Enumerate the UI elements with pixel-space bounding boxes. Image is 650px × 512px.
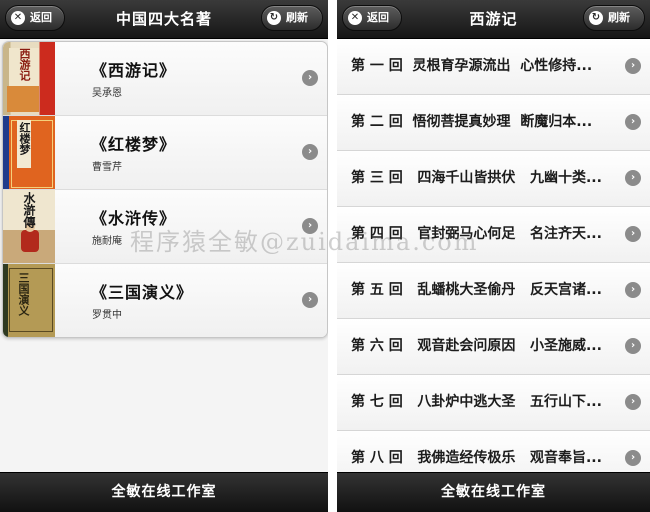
book-list: 西游记 《西游记》 吴承恩 › 红楼梦 《红楼梦》 曹雪芹 › 水滸傳 《水浒传… <box>2 41 328 338</box>
book-cover-image: 红楼梦 <box>3 116 55 189</box>
list-item-book[interactable]: 三国演义 《三国演义》 罗贯中 › <box>3 264 327 337</box>
chevron-right-icon: › <box>625 282 641 298</box>
list-item-chapter[interactable]: 第 二 回 悟彻菩提真妙理 断魔归本... › <box>337 95 650 151</box>
book-cover-text: 三国演义 <box>17 272 30 316</box>
chevron-right-icon: › <box>302 292 318 308</box>
chapter-title: 第 四 回 官封弼马心何足 名注齐天... <box>351 226 602 242</box>
book-title: 《水浒传》 <box>91 209 177 228</box>
refresh-icon: ↻ <box>589 11 603 25</box>
footer-bar: 全敏在线工作室 <box>337 472 650 512</box>
chevron-right-icon: › <box>625 394 641 410</box>
list-item-chapter[interactable]: 第 四 回 官封弼马心何足 名注齐天... › <box>337 207 650 263</box>
chapter-title: 第 三 回 四海千山皆拱伏 九幽十类... <box>351 170 602 186</box>
book-cover-image: 三国演义 <box>3 264 55 337</box>
chapter-list: 第 一 回 灵根育孕源流出 心性修持... › 第 二 回 悟彻菩提真妙理 断魔… <box>337 39 650 487</box>
back-button-label: 返回 <box>30 11 52 24</box>
chapter-title: 第 二 回 悟彻菩提真妙理 断魔归本... <box>351 114 593 130</box>
book-title: 《红楼梦》 <box>91 135 177 154</box>
refresh-button[interactable]: ↻ 刷新 <box>583 5 645 31</box>
chevron-right-icon: › <box>625 170 641 186</box>
chapter-title: 第 五 回 乱蟠桃大圣偷丹 反天宫诸... <box>351 282 602 298</box>
back-button[interactable]: ✕ 返回 <box>342 5 402 31</box>
close-icon: ✕ <box>11 11 25 25</box>
chevron-right-icon: › <box>625 226 641 242</box>
footer-bar: 全敏在线工作室 <box>0 472 328 512</box>
chapter-title: 第 七 回 八卦炉中逃大圣 五行山下... <box>351 394 602 410</box>
book-cover-image: 水滸傳 <box>3 190 55 263</box>
book-cover-text: 水滸傳 <box>22 192 36 228</box>
back-button-label: 返回 <box>367 11 389 24</box>
chevron-right-icon: › <box>625 450 641 466</box>
list-item-chapter[interactable]: 第 五 回 乱蟠桃大圣偷丹 反天宫诸... › <box>337 263 650 319</box>
chapter-title: 第 六 回 观音赴会问原因 小圣施威... <box>351 338 602 354</box>
book-cover-text: 红楼梦 <box>18 122 31 155</box>
book-cover-text: 西游记 <box>18 48 31 81</box>
list-item-chapter[interactable]: 第 三 回 四海千山皆拱伏 九幽十类... › <box>337 151 650 207</box>
refresh-icon: ↻ <box>267 11 281 25</box>
chevron-right-icon: › <box>302 70 318 86</box>
list-item-chapter[interactable]: 第 六 回 观音赴会问原因 小圣施威... › <box>337 319 650 375</box>
book-cover-image: 西游记 <box>3 42 55 115</box>
book-author: 罗贯中 <box>92 310 122 321</box>
chevron-right-icon: › <box>625 114 641 130</box>
list-item-book[interactable]: 红楼梦 《红楼梦》 曹雪芹 › <box>3 116 327 190</box>
header-bar: 中国四大名著 ✕ 返回 ↻ 刷新 <box>0 0 328 39</box>
list-item-chapter[interactable]: 第 一 回 灵根育孕源流出 心性修持... › <box>337 39 650 95</box>
book-author: 吴承恩 <box>92 88 122 99</box>
chapter-list-screen: 西游记 ✕ 返回 ↻ 刷新 第 一 回 灵根育孕源流出 心性修持... › 第 … <box>337 0 650 512</box>
book-title: 《西游记》 <box>91 61 177 80</box>
back-button[interactable]: ✕ 返回 <box>5 5 65 31</box>
book-title: 《三国演义》 <box>91 283 194 302</box>
chevron-right-icon: › <box>302 144 318 160</box>
book-author: 曹雪芹 <box>92 162 122 173</box>
list-item-book[interactable]: 水滸傳 《水浒传》 施耐庵 › <box>3 190 327 264</box>
book-author: 施耐庵 <box>92 236 122 247</box>
refresh-button[interactable]: ↻ 刷新 <box>261 5 323 31</box>
close-icon: ✕ <box>348 11 362 25</box>
refresh-button-label: 刷新 <box>286 11 308 24</box>
list-item-book[interactable]: 西游记 《西游记》 吴承恩 › <box>3 42 327 116</box>
chapter-title: 第 一 回 灵根育孕源流出 心性修持... <box>351 58 593 74</box>
book-list-screen: 中国四大名著 ✕ 返回 ↻ 刷新 西游记 《西游记》 吴承恩 › 红楼梦 《红楼… <box>0 0 328 512</box>
chevron-right-icon: › <box>625 338 641 354</box>
refresh-button-label: 刷新 <box>608 11 630 24</box>
header-bar: 西游记 ✕ 返回 ↻ 刷新 <box>337 0 650 39</box>
chevron-right-icon: › <box>625 58 641 74</box>
chevron-right-icon: › <box>302 218 318 234</box>
list-item-chapter[interactable]: 第 七 回 八卦炉中逃大圣 五行山下... › <box>337 375 650 431</box>
